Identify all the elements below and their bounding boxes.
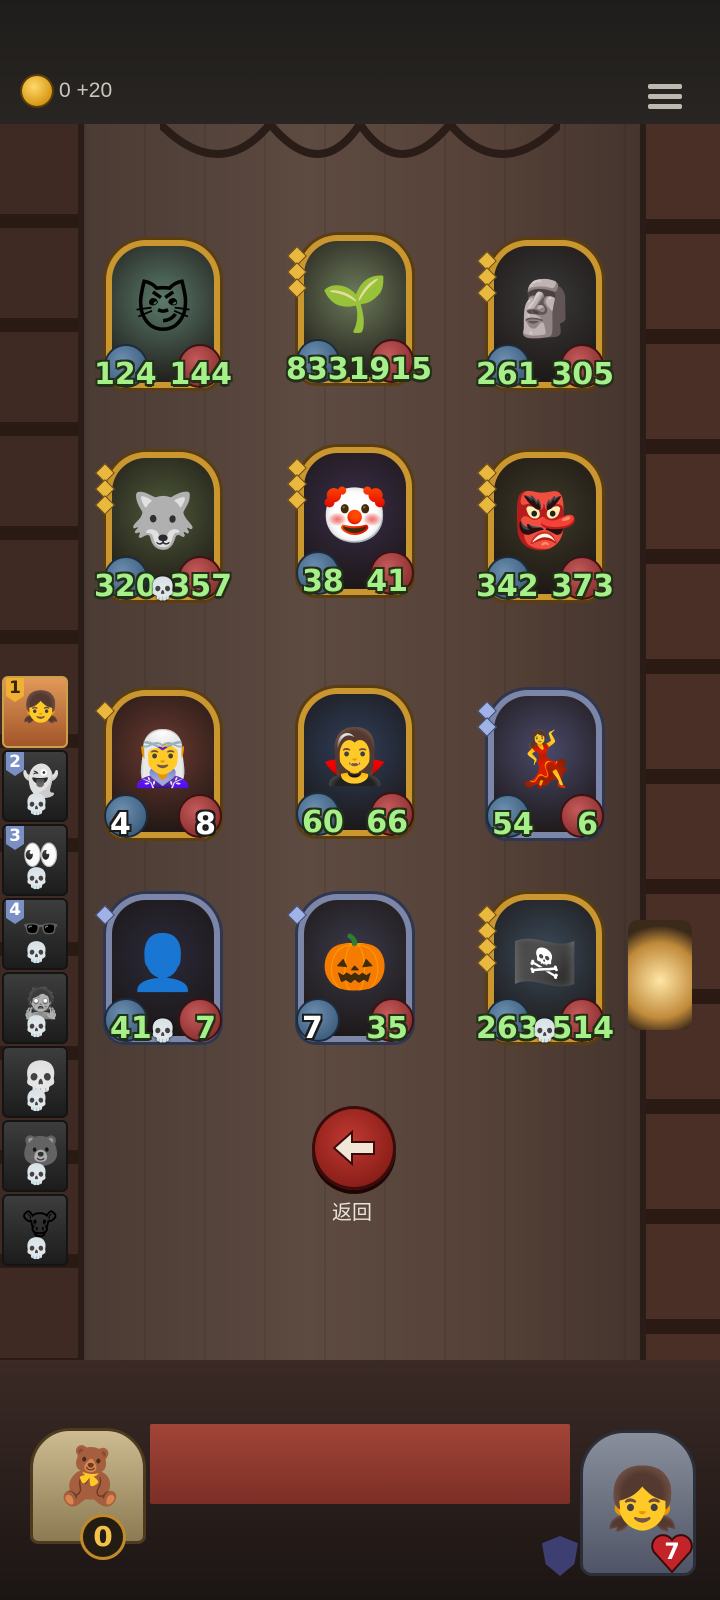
card-leaf-haired-sprout[interactable]: 🌱 833 1915: [286, 235, 432, 387]
attack-value: 261: [476, 357, 539, 392]
health-value: 373: [551, 569, 614, 604]
skull-icon: 💀: [24, 792, 49, 816]
health-value: 66: [366, 805, 408, 840]
roster-slot[interactable]: 🐮 💀: [2, 1194, 68, 1266]
attack-value: 263: [476, 1011, 539, 1046]
flower-hat-wolf-icon: 🐺: [129, 488, 197, 552]
menu-icon: [648, 84, 682, 89]
hero-hp: 7: [664, 1540, 680, 1565]
card-blue-elf-witch[interactable]: 🧛‍♀️ 60 66: [296, 688, 414, 840]
attack-value: 7: [302, 1011, 323, 1046]
blue-spotted-imp-icon: 😼: [134, 276, 192, 340]
health-value: 41: [366, 564, 408, 599]
skull-icon: 💀: [24, 1014, 49, 1038]
jester-clown-icon: 🤡: [321, 483, 389, 547]
attack-value: 41: [110, 1011, 152, 1046]
door-arch: [157, 116, 563, 184]
health-value: 357: [169, 569, 232, 604]
skull-icon: 💀: [149, 577, 177, 602]
roster-slot[interactable]: 3 👀 💀: [2, 824, 68, 896]
skull-icon: 💀: [531, 1019, 559, 1044]
roster-slot[interactable]: 1 👧: [2, 676, 68, 748]
red-carpet: [150, 1424, 570, 1504]
roster-slot[interactable]: 2 👻 💀: [2, 750, 68, 822]
card-masked-dancer[interactable]: 💃 54 6: [477, 690, 604, 842]
card-iron-mask-golem[interactable]: 🗿 261 305: [476, 240, 614, 392]
health-value: 35: [366, 1011, 408, 1046]
roster-slot[interactable]: 🧟 💀: [2, 972, 68, 1044]
pumpkin-lock-knight-icon: 🎃: [321, 930, 389, 994]
masked-dancer-icon: 💃: [511, 726, 579, 790]
card-flower-hat-wolf[interactable]: 🐺 320 357 💀: [94, 452, 232, 604]
red-haired-seer-icon: 🧝‍♀️: [129, 726, 197, 790]
health-value: 1915: [348, 352, 433, 387]
lantern: [628, 920, 692, 1030]
iron-mask-golem-icon: 🗿: [511, 276, 579, 340]
attack-value: 320: [94, 569, 157, 604]
skull-icon: 💀: [24, 1088, 49, 1112]
roster-slot[interactable]: 💀 💀: [2, 1046, 68, 1118]
health-value: 144: [169, 357, 232, 392]
voodoo-doll-icon: 🧸: [55, 1444, 125, 1509]
skull-icon: 💀: [24, 1236, 49, 1260]
attack-value: 4: [110, 807, 131, 842]
menu-icon-bar: [648, 104, 682, 109]
health-value: 7: [195, 1011, 216, 1046]
card-blue-spotted-imp[interactable]: 😼 124 144: [94, 240, 232, 392]
gold-counter: 0 +20: [59, 79, 113, 102]
doll-count: 0: [80, 1514, 126, 1560]
health-value: 305: [551, 357, 614, 392]
blue-elf-witch-icon: 🧛‍♀️: [321, 724, 389, 788]
card-pirate-captain[interactable]: 🏴‍☠️ 263 514 💀: [476, 894, 614, 1046]
back-button[interactable]: [312, 1106, 396, 1190]
card-hooded-goblin[interactable]: 👺 342 373: [476, 452, 614, 604]
roster-slot[interactable]: 🐻 💀: [2, 1120, 68, 1192]
red-haired-girl-portrait: 👧: [605, 1464, 680, 1534]
health-value: 6: [577, 807, 598, 842]
skull-icon: 💀: [149, 1019, 177, 1044]
card-jester-clown[interactable]: 🤡 38 41: [287, 447, 414, 599]
hooded-goblin-icon: 👺: [511, 488, 579, 552]
health-value: 514: [551, 1011, 614, 1046]
attack-value: 38: [302, 564, 344, 599]
card-shadow-reaper[interactable]: 👤 41 7 💀: [95, 894, 222, 1046]
card-pumpkin-lock-knight[interactable]: 🎃 7 35: [287, 894, 414, 1046]
pirate-captain-icon: 🏴‍☠️: [511, 930, 579, 994]
skull-icon: 💀: [24, 1162, 49, 1186]
attack-value: 833: [286, 352, 349, 387]
roster-portrait-icon: 👧: [22, 690, 60, 725]
health-value: 8: [195, 807, 216, 842]
roster-slot[interactable]: 4 🕶️ 💀: [2, 898, 68, 970]
attack-value: 124: [94, 357, 157, 392]
attack-value: 54: [492, 807, 534, 842]
menu-icon-bar: [648, 94, 682, 99]
skull-icon: 💀: [24, 866, 49, 890]
attack-value: 342: [476, 569, 539, 604]
skull-icon: 💀: [24, 940, 49, 964]
menu-button[interactable]: [648, 84, 682, 118]
top-bar: 0 +20: [0, 0, 720, 127]
crown-coin-icon: [22, 76, 52, 106]
arrow-left-icon: [332, 1130, 375, 1166]
leaf-haired-sprout-icon: 🌱: [321, 271, 389, 335]
shadow-reaper-icon: 👤: [129, 930, 197, 994]
back-label: 返回: [332, 1200, 372, 1224]
attack-value: 60: [302, 805, 344, 840]
card-red-haired-seer[interactable]: 🧝‍♀️ 4 8: [95, 690, 222, 842]
